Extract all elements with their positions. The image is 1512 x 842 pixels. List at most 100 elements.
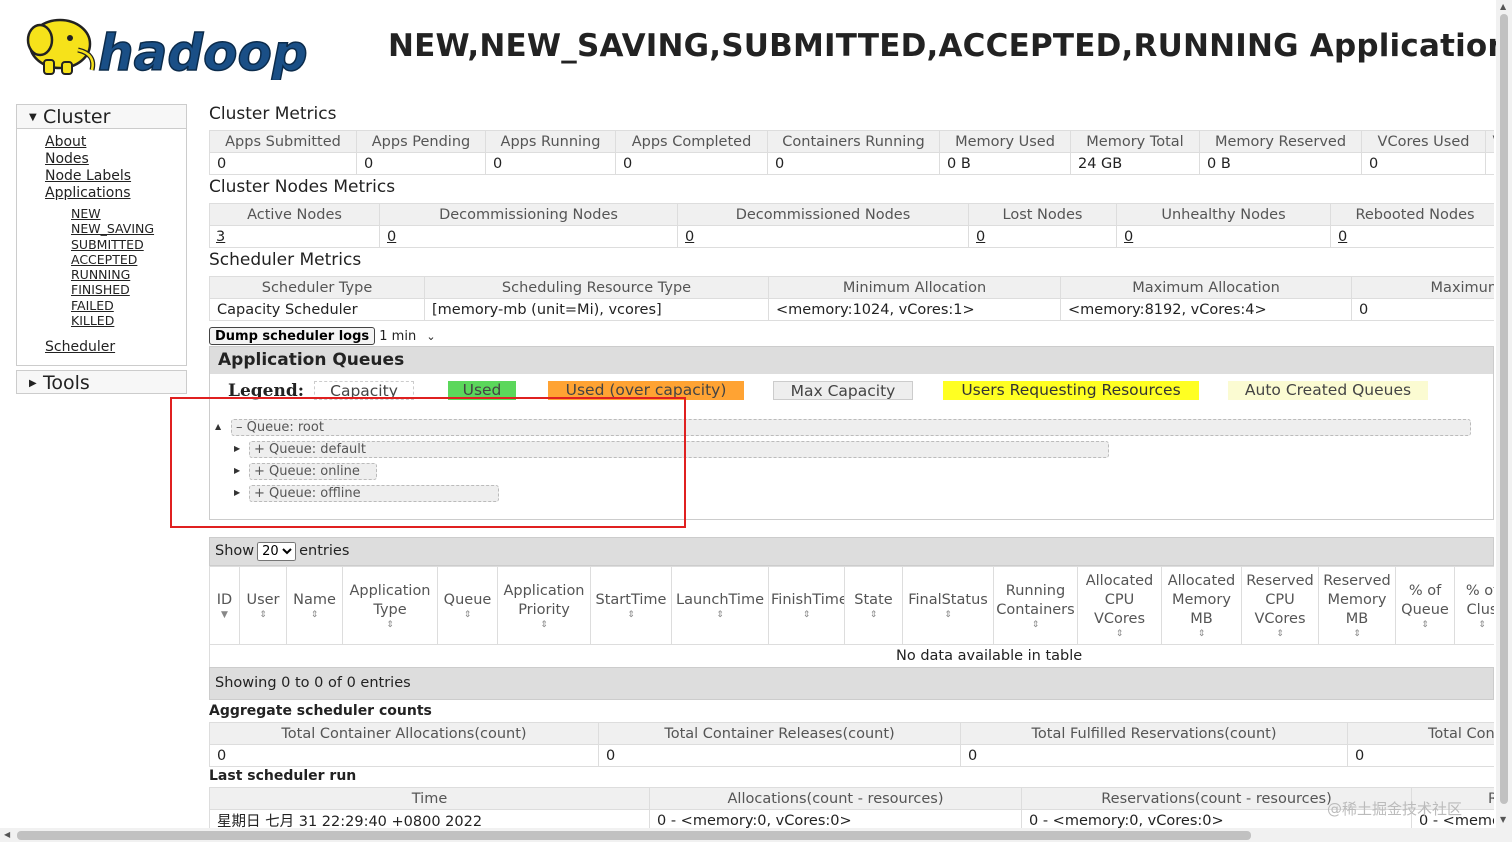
last-run-table: Time Allocations(count - resources) Rese… bbox=[209, 787, 1494, 832]
nav-app-new-link[interactable]: NEW bbox=[71, 206, 186, 221]
lost-nodes-cell: 0 bbox=[968, 225, 1117, 248]
dump-interval-select[interactable]: 1 min ⌄ bbox=[379, 329, 435, 344]
val-total-con: 0 bbox=[1347, 744, 1494, 767]
col-reserved-memory-label: Reserved Memory MB bbox=[1323, 573, 1391, 627]
col-application-priority[interactable]: Application Priority ⇕ bbox=[497, 566, 591, 645]
sidebar-nav: ▼ Cluster About Nodes Node Labels Applica… bbox=[16, 104, 187, 366]
col-queue[interactable]: Queue ⇕ bbox=[437, 566, 498, 645]
col-apps-pending: Apps Pending bbox=[356, 130, 486, 153]
application-queues-title: Application Queues bbox=[210, 347, 1493, 374]
decommissioned-nodes-link[interactable]: 0 bbox=[685, 229, 694, 245]
node-metrics-table: Active Nodes Decommissioning Nodes Decom… bbox=[209, 203, 1494, 248]
col-finishtime[interactable]: FinishTime ⇕ bbox=[768, 566, 845, 645]
nav-applications-link[interactable]: Applications bbox=[45, 185, 186, 202]
cluster-section-header[interactable]: ▼ Cluster bbox=[17, 105, 186, 129]
col-maximum-allocation: Maximum Allocation bbox=[1060, 276, 1352, 299]
nav-node-labels-link[interactable]: Node Labels bbox=[45, 168, 186, 185]
sort-icon: ⇕ bbox=[310, 610, 319, 620]
col-name[interactable]: Name ⇕ bbox=[286, 566, 343, 645]
col-reserved-cpu[interactable]: Reserved CPU VCores ⇕ bbox=[1241, 566, 1319, 645]
nav-app-submitted-link[interactable]: SUBMITTED bbox=[71, 237, 186, 252]
nav-app-new-saving-link[interactable]: NEW_SAVING bbox=[71, 221, 186, 236]
col-pct-cluster[interactable]: % of Clus⇕ bbox=[1454, 566, 1494, 645]
legend-users-requesting: Users Requesting Resources bbox=[943, 381, 1199, 400]
sort-icon: ⇕ bbox=[540, 619, 548, 630]
collapse-triangle-icon: ▼ bbox=[29, 111, 37, 123]
nav-scheduler-link[interactable]: Scheduler bbox=[45, 339, 186, 356]
col-allocated-memory[interactable]: Allocated Memory MB ⇕ bbox=[1161, 566, 1242, 645]
col-scheduling-resource-type: Scheduling Resource Type bbox=[424, 276, 769, 299]
nav-app-killed-link[interactable]: KILLED bbox=[71, 313, 186, 328]
lost-nodes-link[interactable]: 0 bbox=[976, 229, 985, 245]
col-memory-total: Memory Total bbox=[1070, 130, 1200, 153]
page-size-select[interactable]: 20 bbox=[257, 542, 297, 561]
val-scheduler-type: Capacity Scheduler bbox=[209, 298, 425, 321]
sort-icon: ⇕ bbox=[1276, 629, 1284, 639]
col-user[interactable]: User ⇕ bbox=[239, 566, 287, 645]
nav-app-accepted-link[interactable]: ACCEPTED bbox=[71, 252, 186, 267]
cluster-label: Cluster bbox=[43, 106, 111, 128]
val-apps-running: 0 bbox=[485, 152, 616, 175]
aggregate-title: Aggregate scheduler counts bbox=[209, 703, 432, 719]
scroll-left-arrow-icon[interactable]: ◀ bbox=[4, 830, 10, 839]
horizontal-scrollbar-thumb[interactable] bbox=[17, 831, 1251, 840]
unhealthy-nodes-link[interactable]: 0 bbox=[1124, 229, 1133, 245]
col-memory-reserved: Memory Reserved bbox=[1199, 130, 1362, 153]
legend-max-capacity: Max Capacity bbox=[773, 381, 913, 400]
tools-section-header[interactable]: ▶ Tools bbox=[16, 370, 187, 394]
col-total-allocations: Total Container Allocations(count) bbox=[209, 722, 599, 745]
scroll-down-arrow-icon[interactable]: ▼ bbox=[1500, 815, 1506, 824]
col-rebooted-nodes: Rebooted Nodes bbox=[1330, 203, 1494, 226]
col-reserved-memory[interactable]: Reserved Memory MB ⇕ bbox=[1318, 566, 1396, 645]
col-allocated-cpu[interactable]: Allocated CPU VCores ⇕ bbox=[1077, 566, 1162, 645]
col-apps-running: Apps Running bbox=[485, 130, 616, 153]
active-nodes-link[interactable]: 3 bbox=[216, 229, 225, 245]
scroll-up-arrow-icon[interactable]: ▲ bbox=[1500, 2, 1506, 11]
nav-app-finished-link[interactable]: FINISHED bbox=[71, 282, 186, 297]
expand-triangle-icon: ▶ bbox=[29, 377, 37, 389]
col-time: Time bbox=[209, 787, 650, 810]
decommissioning-nodes-cell: 0 bbox=[379, 225, 678, 248]
col-allocated-cpu-label: Allocated CPU VCores bbox=[1085, 573, 1154, 627]
tools-label: Tools bbox=[43, 372, 90, 394]
col-starttime[interactable]: StartTime ⇕ bbox=[590, 566, 672, 645]
sort-desc-icon: ▼ bbox=[221, 610, 228, 620]
col-minimum-allocation: Minimum Allocation bbox=[768, 276, 1061, 299]
dump-scheduler-logs-button[interactable]: Dump scheduler logs bbox=[209, 327, 376, 345]
rebooted-nodes-link[interactable]: 0 bbox=[1338, 229, 1347, 245]
active-nodes-cell: 3 bbox=[209, 225, 380, 248]
col-launchtime[interactable]: LaunchTime ⇕ bbox=[671, 566, 769, 645]
scheduler-metrics-value-row: Capacity Scheduler [memory-mb (unit=Mi),… bbox=[209, 298, 1494, 321]
sort-icon: ⇕ bbox=[1353, 629, 1361, 639]
aggregate-header-row: Total Container Allocations(count) Total… bbox=[209, 722, 1494, 745]
col-id[interactable]: ID ▼ bbox=[209, 566, 240, 645]
dump-scheduler-controls: Dump scheduler logs 1 min ⌄ bbox=[209, 327, 436, 345]
val-maximum-truncated: 0 bbox=[1351, 298, 1494, 321]
val-apps-submitted: 0 bbox=[209, 152, 357, 175]
nav-nodes-link[interactable]: Nodes bbox=[45, 151, 186, 168]
sort-icon: ⇕ bbox=[259, 610, 267, 620]
decommissioning-nodes-link[interactable]: 0 bbox=[387, 229, 396, 245]
col-unhealthy-nodes: Unhealthy Nodes bbox=[1116, 203, 1331, 226]
nav-app-running-link[interactable]: RUNNING bbox=[71, 267, 186, 282]
col-finalstatus[interactable]: FinalStatus ⇕ bbox=[902, 566, 994, 645]
val-memory-total: 24 GB bbox=[1070, 152, 1200, 175]
sort-icon: ⇕ bbox=[716, 610, 724, 620]
col-allocations: Allocations(count - resources) bbox=[649, 787, 1022, 810]
val-total-allocations: 0 bbox=[209, 744, 599, 767]
col-containers-running: Containers Running bbox=[767, 130, 940, 153]
col-application-type[interactable]: Application Type ⇕ bbox=[342, 566, 438, 645]
col-state[interactable]: State ⇕ bbox=[844, 566, 903, 645]
val-total-fulfilled: 0 bbox=[960, 744, 1348, 767]
col-id-label: ID bbox=[216, 592, 233, 608]
sort-icon: ⇕ bbox=[1031, 619, 1040, 630]
col-user-label: User bbox=[246, 592, 280, 608]
col-pct-queue[interactable]: % of Queue ⇕ bbox=[1395, 566, 1455, 645]
nav-about-link[interactable]: About bbox=[45, 134, 186, 151]
nav-app-failed-link[interactable]: FAILED bbox=[71, 298, 186, 313]
col-running-containers[interactable]: Running Containers ⇕ bbox=[993, 566, 1078, 645]
last-run-title: Last scheduler run bbox=[209, 768, 357, 784]
cluster-metrics-header-row: Apps Submitted Apps Pending Apps Running… bbox=[209, 130, 1494, 153]
col-active-nodes: Active Nodes bbox=[209, 203, 380, 226]
vertical-scrollbar-thumb[interactable] bbox=[1500, 14, 1508, 804]
